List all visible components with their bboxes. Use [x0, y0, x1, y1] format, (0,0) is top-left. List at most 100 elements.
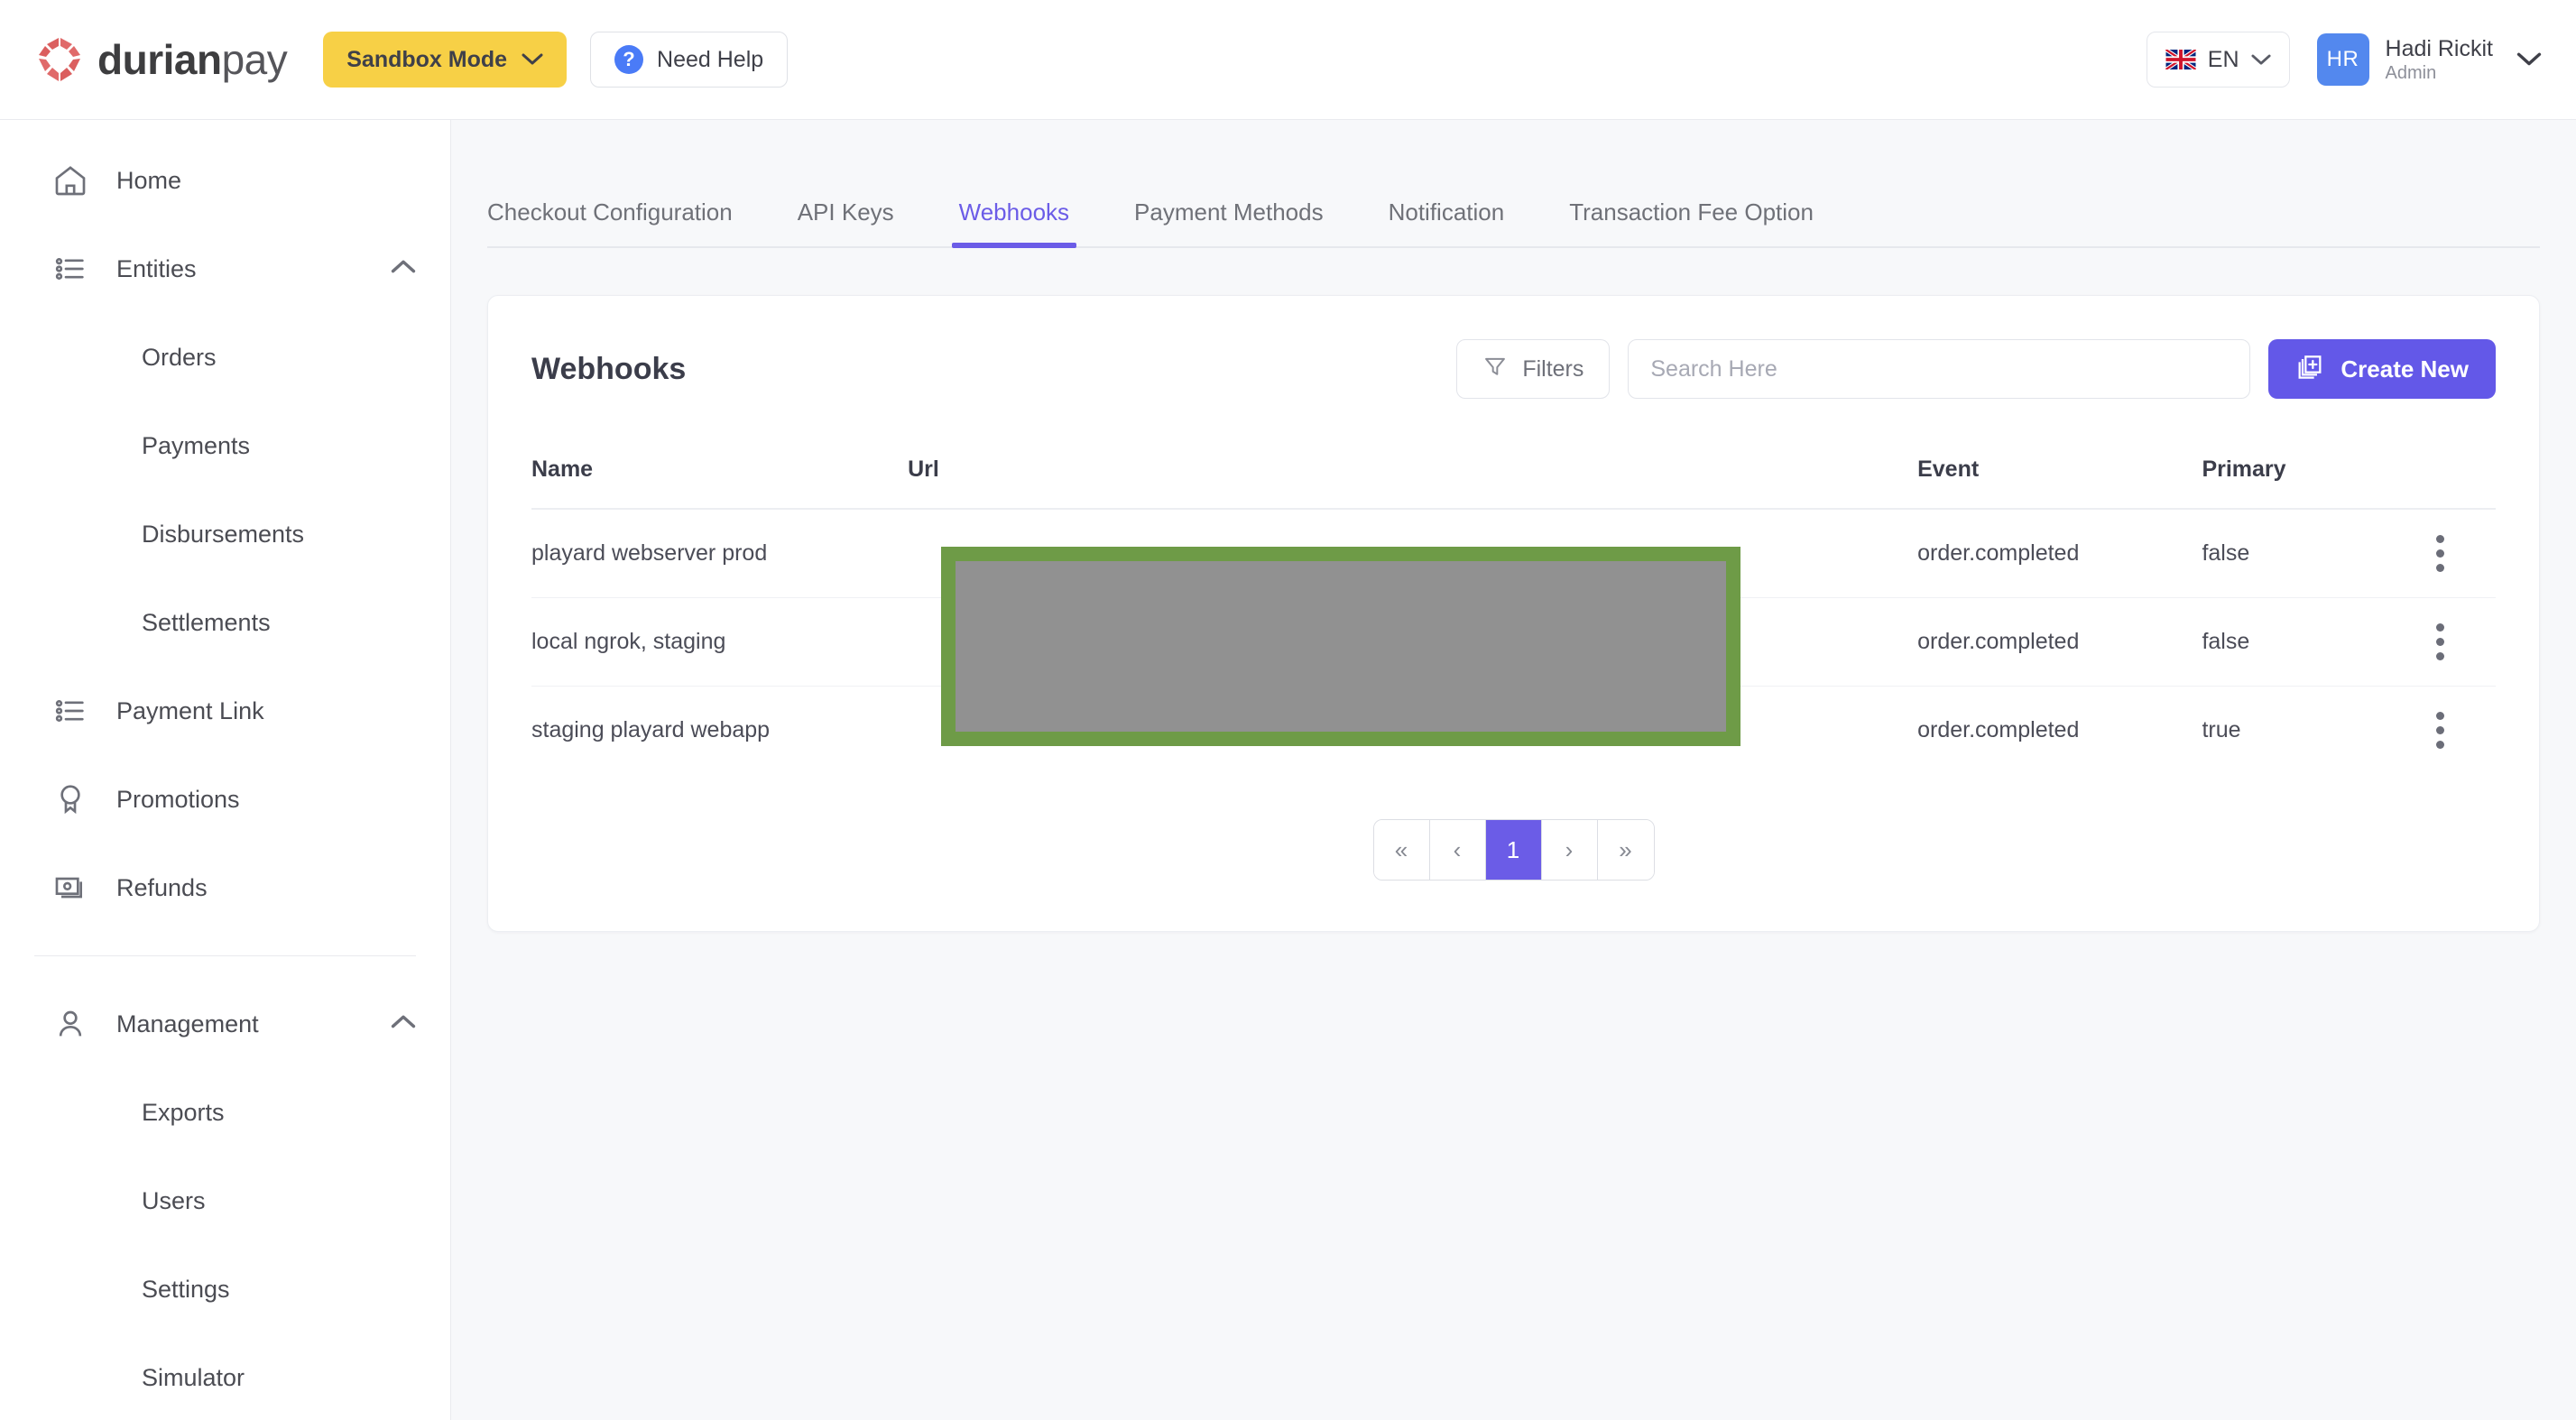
- sidebar-item-label: Promotions: [116, 785, 240, 813]
- tab-webhooks[interactable]: Webhooks: [951, 198, 1077, 248]
- copy-plus-icon: [2295, 352, 2324, 387]
- create-new-button[interactable]: Create New: [2268, 339, 2496, 399]
- pagination-prev[interactable]: ‹: [1429, 820, 1486, 880]
- filters-label: Filters: [1522, 355, 1584, 382]
- pagination-last[interactable]: »: [1597, 820, 1654, 880]
- sidebar-item-label: Entities: [116, 254, 197, 282]
- pagination-first[interactable]: «: [1373, 820, 1430, 880]
- question-circle-icon: ?: [614, 45, 644, 74]
- sidebar-item-label: Simulator: [142, 1363, 245, 1391]
- url-redaction-overlay: [941, 547, 1740, 746]
- sidebar-item-entities[interactable]: Entities: [0, 225, 450, 313]
- sidebar-item-label: Management: [116, 1010, 259, 1037]
- cell-name: staging playard webapp: [531, 717, 771, 742]
- list-icon: [50, 693, 91, 729]
- banknote-icon: [50, 870, 91, 906]
- language-selector[interactable]: EN: [2146, 32, 2290, 88]
- settings-tab-bar: Checkout Configuration API Keys Webhooks…: [487, 176, 2540, 248]
- badge-icon: [50, 781, 91, 817]
- sidebar-item-management[interactable]: Management: [0, 980, 450, 1068]
- sidebar-item-label: Payment Link: [116, 696, 264, 724]
- cell-primary: false: [2202, 509, 2386, 598]
- sandbox-mode-label: Sandbox Mode: [346, 46, 508, 72]
- tab-notification[interactable]: Notification: [1389, 198, 1505, 246]
- filters-button[interactable]: Filters: [1456, 339, 1611, 399]
- card-actions: Filters Create New: [1456, 339, 2496, 399]
- pagination-page-1[interactable]: 1: [1485, 820, 1542, 880]
- home-icon: [50, 162, 91, 198]
- cell-name: playard webserver prod: [531, 509, 909, 598]
- brand-name-bold: durian: [97, 36, 222, 83]
- sidebar-divider: [34, 955, 416, 956]
- chevron-up-icon[interactable]: [391, 1015, 416, 1034]
- sidebar-item-label: Users: [142, 1186, 206, 1214]
- user-icon: [50, 1006, 91, 1042]
- need-help-button[interactable]: ? Need Help: [590, 32, 789, 88]
- sidebar-item-users[interactable]: Users: [0, 1157, 450, 1245]
- chevron-down-icon[interactable]: [2516, 52, 2542, 67]
- sidebar-item-label: Payments: [142, 431, 251, 459]
- column-header-actions: [2385, 437, 2496, 510]
- user-name: Hadi Rickit: [2385, 35, 2493, 61]
- sidebar-item-payments[interactable]: Payments: [0, 401, 450, 490]
- pagination-next[interactable]: ›: [1541, 820, 1598, 880]
- table-header-row: Name Url Event Primary: [531, 437, 2496, 510]
- list-icon: [50, 251, 91, 287]
- main-content: Checkout Configuration API Keys Webhooks…: [451, 120, 2576, 1420]
- sidebar-item-label: Exports: [142, 1098, 225, 1126]
- pagination: « ‹ 1 › »: [488, 819, 2539, 881]
- row-menu-icon[interactable]: [2386, 535, 2496, 572]
- cell-event: order.completed: [1917, 597, 2202, 687]
- brand-logo[interactable]: durianpay: [36, 35, 288, 84]
- sandbox-mode-button[interactable]: Sandbox Mode: [323, 32, 568, 88]
- card-header: Webhooks Filters Search Here Create New: [488, 296, 2539, 399]
- chevron-up-icon[interactable]: [391, 260, 416, 279]
- sidebar-item-label: Orders: [142, 343, 217, 371]
- column-header-name: Name: [531, 437, 909, 510]
- cell-primary: true: [2202, 717, 2241, 742]
- sidebar-item-label: Settings: [142, 1275, 230, 1303]
- sidebar: Home Entities Orders Payments Disburseme…: [0, 120, 451, 1420]
- row-menu-icon[interactable]: [2386, 712, 2496, 749]
- durian-logo-icon: [39, 38, 80, 81]
- sidebar-item-refunds[interactable]: Refunds: [0, 844, 450, 932]
- sidebar-item-home[interactable]: Home: [0, 136, 450, 225]
- search-input[interactable]: [1628, 339, 2251, 399]
- top-bar-right: EN HR Hadi Rickit Admin: [2146, 32, 2542, 88]
- sidebar-item-simulator[interactable]: Simulator: [0, 1333, 450, 1420]
- table-header: Name Url Event Primary: [531, 437, 2496, 510]
- column-header-primary: Primary: [2202, 437, 2386, 510]
- top-bar: durianpay Sandbox Mode ? Need Help EN HR…: [0, 0, 2576, 120]
- create-new-label: Create New: [2341, 355, 2469, 383]
- row-menu-icon[interactable]: [2386, 623, 2496, 660]
- cell-event: order.completed: [1917, 509, 2202, 598]
- sidebar-item-exports[interactable]: Exports: [0, 1068, 450, 1157]
- brand-name: durianpay: [97, 36, 288, 83]
- column-header-event: Event: [1917, 437, 2202, 510]
- tab-api-keys[interactable]: API Keys: [798, 198, 894, 246]
- app-root: durianpay Sandbox Mode ? Need Help EN HR…: [0, 0, 2576, 1420]
- funnel-icon: [1482, 354, 1508, 385]
- user-role: Admin: [2385, 63, 2437, 84]
- tab-checkout-configuration[interactable]: Checkout Configuration: [487, 198, 733, 246]
- avatar[interactable]: HR: [2316, 33, 2369, 86]
- sidebar-item-orders[interactable]: Orders: [0, 313, 450, 401]
- sidebar-item-label: Refunds: [116, 873, 208, 901]
- sidebar-item-disbursements[interactable]: Disbursements: [0, 490, 450, 578]
- cell-primary: false: [2202, 597, 2386, 687]
- sidebar-item-settings[interactable]: Settings: [0, 1245, 450, 1333]
- tab-transaction-fee-option[interactable]: Transaction Fee Option: [1569, 198, 1814, 246]
- sidebar-item-label: Disbursements: [142, 520, 305, 548]
- cell-event: order.completed: [1917, 717, 2080, 742]
- user-info: Hadi Rickit Admin: [2386, 35, 2493, 85]
- tab-payment-methods[interactable]: Payment Methods: [1134, 198, 1324, 246]
- sidebar-item-promotions[interactable]: Promotions: [0, 755, 450, 844]
- chevron-down-icon: [522, 53, 543, 65]
- sidebar-item-label: Home: [116, 166, 182, 194]
- sidebar-item-settlements[interactable]: Settlements: [0, 578, 450, 667]
- uk-flag-icon: [2165, 50, 2196, 69]
- sidebar-item-payment-link[interactable]: Payment Link: [0, 667, 450, 755]
- cell-name: local ngrok, staging: [531, 597, 909, 687]
- page-title: Webhooks: [531, 351, 687, 386]
- sidebar-item-label: Settlements: [142, 608, 271, 636]
